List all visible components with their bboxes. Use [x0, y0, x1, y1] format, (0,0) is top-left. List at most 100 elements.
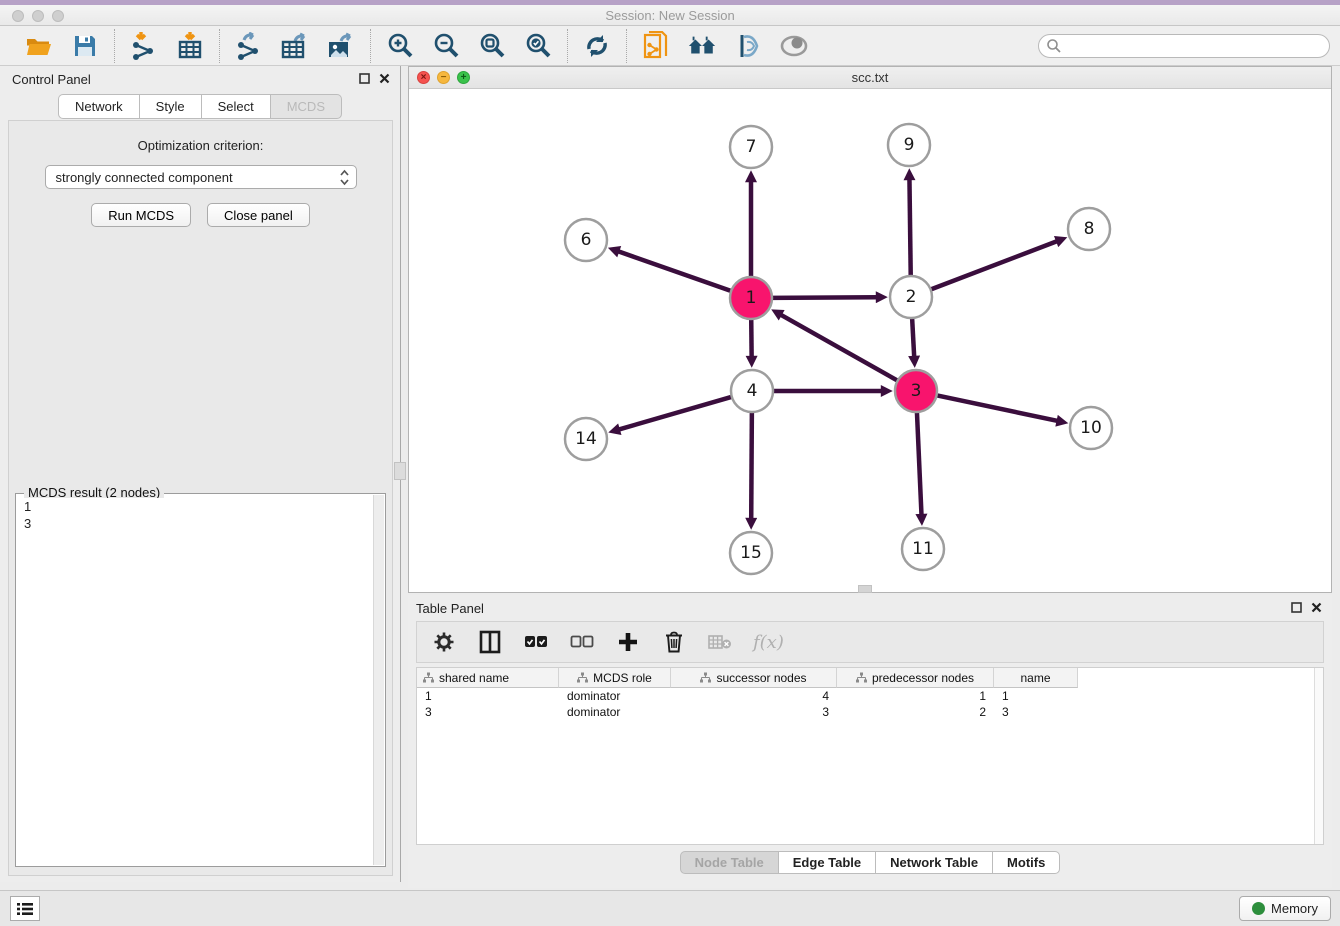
- column-header-successor-nodes[interactable]: successor nodes: [671, 668, 837, 688]
- task-history-button[interactable]: [10, 896, 40, 921]
- table-tabs: Node Table Edge Table Network Table Moti…: [408, 851, 1332, 874]
- open-session-icon[interactable]: [24, 31, 54, 61]
- zoom-selected-icon[interactable]: [523, 31, 553, 61]
- network-window-titlebar[interactable]: × − + scc.txt: [409, 67, 1331, 89]
- table-header-row: shared name MCDS role successor nodes pr…: [417, 668, 1323, 688]
- delete-table-icon[interactable]: [707, 629, 733, 655]
- export-image-icon[interactable]: [326, 31, 356, 61]
- cell-name[interactable]: 1: [994, 688, 1078, 704]
- graph-node-9[interactable]: 9: [888, 124, 930, 166]
- cell-shared-name[interactable]: 1: [417, 688, 559, 704]
- tab-network-table[interactable]: Network Table: [875, 851, 992, 874]
- graph-node-11[interactable]: 11: [902, 528, 944, 570]
- column-header-predecessor-nodes[interactable]: predecessor nodes: [837, 668, 994, 688]
- graph-edge-4-14[interactable]: [619, 397, 732, 430]
- column-header-name[interactable]: name: [994, 668, 1078, 688]
- graph-node-4[interactable]: 4: [731, 370, 773, 412]
- graph-edge-2-9[interactable]: [909, 179, 910, 276]
- show-all-icon[interactable]: [779, 31, 809, 61]
- show-columns-icon[interactable]: [477, 629, 503, 655]
- graph-edge-3-10[interactable]: [937, 395, 1058, 421]
- run-mcds-button[interactable]: Run MCDS: [91, 203, 191, 227]
- cell-predecessor-nodes[interactable]: 2: [837, 704, 994, 720]
- graph-node-10[interactable]: 10: [1070, 407, 1112, 449]
- sort-hierarchy-icon: [856, 672, 867, 683]
- table-settings-gear-icon[interactable]: [431, 629, 457, 655]
- graph-node-14[interactable]: 14: [565, 418, 607, 460]
- cell-mcds-role[interactable]: dominator: [559, 688, 671, 704]
- zoom-out-icon[interactable]: [431, 31, 461, 61]
- svg-text:1: 1: [746, 288, 757, 308]
- import-table-icon[interactable]: [175, 31, 205, 61]
- tab-edge-table[interactable]: Edge Table: [778, 851, 875, 874]
- close-panel-button[interactable]: Close panel: [207, 203, 310, 227]
- first-neighbors-icon[interactable]: [687, 31, 717, 61]
- graph-edge-4-15[interactable]: [751, 412, 752, 519]
- cell-predecessor-nodes[interactable]: 1: [837, 688, 994, 704]
- control-panel-tabs: Network Style Select MCDS: [0, 94, 400, 119]
- control-panel-close-icon[interactable]: [379, 72, 390, 87]
- graph-node-15[interactable]: 15: [730, 532, 772, 574]
- table-row[interactable]: 1 dominator 4 1 1: [417, 688, 1323, 704]
- mcds-result-scrollbar[interactable]: [373, 495, 384, 865]
- export-table-icon[interactable]: [280, 31, 310, 61]
- graph-edge-2-3[interactable]: [912, 318, 914, 357]
- node-table: shared name MCDS role successor nodes pr…: [416, 667, 1324, 845]
- graph-node-8[interactable]: 8: [1068, 208, 1110, 250]
- table-row[interactable]: 3 dominator 3 2 3: [417, 704, 1323, 720]
- vertical-splitter-grip[interactable]: [394, 462, 406, 480]
- table-panel-close-icon[interactable]: [1311, 601, 1322, 616]
- tab-style[interactable]: Style: [139, 94, 201, 119]
- tab-select[interactable]: Select: [201, 94, 270, 119]
- column-header-mcds-role[interactable]: MCDS role: [559, 668, 671, 688]
- control-panel-float-icon[interactable]: [359, 72, 370, 87]
- export-network-icon[interactable]: [234, 31, 264, 61]
- titlebar-accent-strip: [0, 0, 1340, 5]
- svg-text:8: 8: [1084, 219, 1095, 239]
- memory-button[interactable]: Memory: [1239, 896, 1331, 921]
- hide-selected-icon[interactable]: [733, 31, 763, 61]
- graph-node-2[interactable]: 2: [890, 276, 932, 318]
- cell-successor-nodes[interactable]: 3: [671, 704, 837, 720]
- cell-successor-nodes[interactable]: 4: [671, 688, 837, 704]
- new-network-from-selection-icon[interactable]: [641, 31, 671, 61]
- table-panel-float-icon[interactable]: [1291, 601, 1302, 616]
- apply-preferred-layout-icon[interactable]: [582, 31, 612, 61]
- graph-node-7[interactable]: 7: [730, 126, 772, 168]
- tab-motifs[interactable]: Motifs: [992, 851, 1060, 874]
- tab-node-table[interactable]: Node Table: [680, 851, 778, 874]
- tab-network[interactable]: Network: [58, 94, 139, 119]
- zoom-fit-icon[interactable]: [477, 31, 507, 61]
- import-network-icon[interactable]: [129, 31, 159, 61]
- horizontal-splitter-grip[interactable]: [858, 585, 872, 593]
- tab-mcds[interactable]: MCDS: [270, 94, 342, 119]
- column-header-shared-name[interactable]: shared name: [417, 668, 559, 688]
- cell-mcds-role[interactable]: dominator: [559, 704, 671, 720]
- criterion-dropdown[interactable]: strongly connected component: [45, 165, 357, 189]
- select-all-icon[interactable]: [523, 629, 549, 655]
- graph-edge-1-2[interactable]: [772, 297, 877, 298]
- app-titlebar: Session: New Session: [0, 0, 1340, 26]
- graph-edge-2-8[interactable]: [931, 241, 1058, 289]
- search-input[interactable]: [1038, 34, 1330, 58]
- sort-hierarchy-icon: [423, 672, 434, 683]
- graph-edge-1-6[interactable]: [618, 251, 731, 291]
- graph-edge-3-1[interactable]: [781, 315, 898, 381]
- svg-text:11: 11: [912, 539, 934, 559]
- function-builder-icon[interactable]: f(x): [753, 629, 784, 655]
- graph-node-6[interactable]: 6: [565, 219, 607, 261]
- cell-name[interactable]: 3: [994, 704, 1078, 720]
- deselect-all-icon[interactable]: [569, 629, 595, 655]
- table-scrollbar[interactable]: [1314, 668, 1323, 844]
- save-session-icon[interactable]: [70, 31, 100, 61]
- graph-edge-3-11[interactable]: [917, 412, 922, 515]
- graph-node-1[interactable]: 1: [730, 277, 772, 319]
- mcds-result-list[interactable]: 1 3: [18, 498, 372, 864]
- zoom-in-icon[interactable]: [385, 31, 415, 61]
- delete-column-icon[interactable]: [661, 629, 687, 655]
- network-canvas[interactable]: 1 2 3 4 6 7 8 9 10 11 14 15: [409, 89, 1331, 592]
- graph-node-3[interactable]: 3: [895, 370, 937, 412]
- cell-shared-name[interactable]: 3: [417, 704, 559, 720]
- svg-text:3: 3: [911, 381, 922, 401]
- add-column-icon[interactable]: [615, 629, 641, 655]
